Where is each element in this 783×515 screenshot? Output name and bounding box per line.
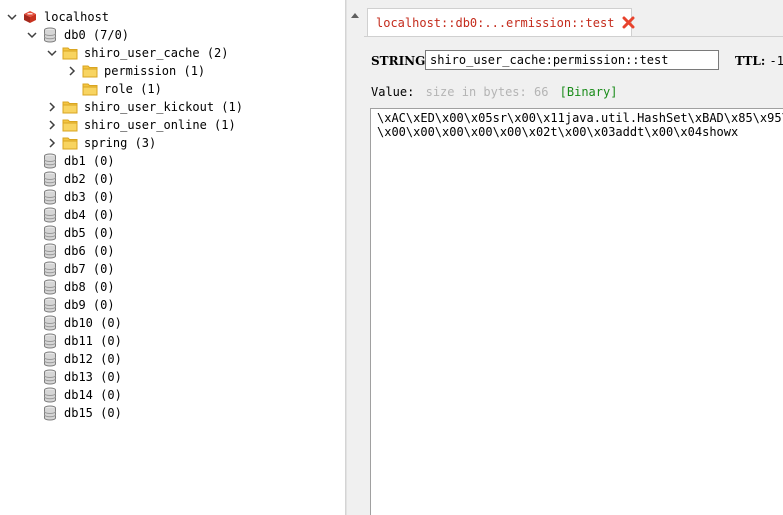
tree-item-label: db6 (0)	[64, 244, 115, 258]
tree-item-shiro-user-cache[interactable]: shiro_user_cache (2)	[46, 44, 229, 62]
database-icon	[42, 153, 58, 169]
tree-item-label: localhost	[44, 10, 110, 24]
database-icon	[42, 207, 58, 223]
tree-item-label: shiro_user_online (1)	[84, 118, 236, 132]
redis-server-icon	[22, 9, 38, 25]
connection-tree: localhost db0 (7/0) shiro_user_cache (2)…	[0, 0, 346, 515]
tree-item-label: db11 (0)	[64, 334, 122, 348]
tree-item-permission[interactable]: permission (1)	[66, 62, 205, 80]
chevron-right-icon[interactable]	[46, 134, 58, 152]
tree-item-db11[interactable]: db11 (0)	[42, 332, 122, 350]
tree-item-label: role (1)	[104, 82, 162, 96]
tree-item-label: db0 (7/0)	[64, 28, 130, 42]
tree-item-label: db7 (0)	[64, 262, 115, 276]
database-icon	[42, 27, 58, 43]
value-text-area[interactable]: \xAC\xED\x00\x05sr\x00\x11java.util.Hash…	[370, 108, 783, 515]
tree-item-spring[interactable]: spring (3)	[46, 134, 156, 152]
database-icon	[42, 351, 58, 367]
folder-icon	[62, 99, 78, 115]
tab-key-editor[interactable]: localhost::db0:...ermission::test	[367, 8, 635, 36]
tree-item-db0[interactable]: db0 (7/0)	[26, 26, 129, 44]
value-size-hint: size in bytes: 66	[425, 85, 549, 99]
tree-item-label: db13 (0)	[64, 370, 122, 384]
tree-item-label: db14 (0)	[64, 388, 122, 402]
tree-item-db5[interactable]: db5 (0)	[42, 224, 115, 242]
chevron-down-icon[interactable]	[6, 8, 18, 26]
tab-label: localhost::db0:...ermission::test	[376, 15, 615, 30]
tree-item-label: db2 (0)	[64, 172, 115, 186]
database-icon	[42, 369, 58, 385]
database-icon	[42, 387, 58, 403]
tree-item-db15[interactable]: db15 (0)	[42, 404, 122, 422]
database-icon	[42, 261, 58, 277]
tree-item-label: db4 (0)	[64, 208, 115, 222]
chevron-right-icon[interactable]	[46, 98, 58, 116]
database-icon	[42, 171, 58, 187]
value-header: Value: size in bytes: 66 [Binary]	[371, 85, 617, 99]
database-icon	[42, 279, 58, 295]
tree-item-label: db5 (0)	[64, 226, 115, 240]
tree-item-label: shiro_user_kickout (1)	[84, 100, 243, 114]
database-icon	[42, 333, 58, 349]
database-icon	[42, 243, 58, 259]
folder-icon	[82, 63, 98, 79]
redis-desktop-manager-window: localhost db0 (7/0) shiro_user_cache (2)…	[0, 0, 783, 515]
tree-item-label: db3 (0)	[64, 190, 115, 204]
tree-item-label: db12 (0)	[64, 352, 122, 366]
database-icon	[42, 189, 58, 205]
tree-item-db10[interactable]: db10 (0)	[42, 314, 122, 332]
value-format-link[interactable]: [Binary]	[560, 85, 618, 99]
tree-item-label: db1 (0)	[64, 154, 115, 168]
scroll-up-arrow-icon[interactable]	[347, 6, 363, 23]
ttl-value: -1	[769, 54, 783, 68]
value-line: \x00\x00\x00\x00\x00\x02t\x00\x03addt\x0…	[377, 125, 739, 139]
tree-item-shiro-user-kickout[interactable]: shiro_user_kickout (1)	[46, 98, 243, 116]
tree-item-label: db9 (0)	[64, 298, 115, 312]
folder-icon	[62, 117, 78, 133]
tree-item-db7[interactable]: db7 (0)	[42, 260, 115, 278]
tree-scrollbar[interactable]	[346, 0, 363, 515]
key-type-label: STRING:	[371, 54, 430, 68]
tree-item-db2[interactable]: db2 (0)	[42, 170, 115, 188]
value-label: Value:	[371, 85, 415, 99]
database-icon	[42, 297, 58, 313]
value-editor-panel: localhost::db0:...ermission::test STRING…	[364, 0, 783, 515]
value-line: \xAC\xED\x00\x05sr\x00\x11java.util.Hash…	[377, 111, 783, 125]
tree-item-label: db15 (0)	[64, 406, 122, 420]
database-icon	[42, 225, 58, 241]
tree-item-db13[interactable]: db13 (0)	[42, 368, 122, 386]
tree-item-db6[interactable]: db6 (0)	[42, 242, 115, 260]
tree-item-role[interactable]: role (1)	[82, 80, 162, 98]
folder-icon	[82, 81, 98, 97]
tree-item-label: spring (3)	[84, 136, 157, 150]
chevron-right-icon[interactable]	[46, 116, 58, 134]
folder-icon	[62, 135, 78, 151]
tree-item-shiro-user-online[interactable]: shiro_user_online (1)	[46, 116, 236, 134]
database-icon	[42, 315, 58, 331]
folder-icon	[62, 45, 78, 61]
tree-item-label: db8 (0)	[64, 280, 115, 294]
tree-item-label: shiro_user_cache (2)	[84, 46, 229, 60]
chevron-down-icon[interactable]	[46, 44, 58, 62]
ttl-caption: TTL:	[735, 54, 766, 68]
tree-item-db4[interactable]: db4 (0)	[42, 206, 115, 224]
chevron-down-icon[interactable]	[26, 26, 38, 44]
key-editor-content: STRING: shiro_user_cache:permission::tes…	[364, 36, 783, 515]
tree-item-db12[interactable]: db12 (0)	[42, 350, 122, 368]
tree-item-localhost[interactable]: localhost	[6, 8, 109, 26]
tree-item-db1[interactable]: db1 (0)	[42, 152, 115, 170]
tree-item-db9[interactable]: db9 (0)	[42, 296, 115, 314]
tree-item-db8[interactable]: db8 (0)	[42, 278, 115, 296]
close-x-icon[interactable]	[622, 16, 635, 30]
ttl-label: TTL: -1	[735, 54, 783, 68]
tree-item-label: permission (1)	[104, 64, 206, 78]
chevron-right-icon[interactable]	[66, 62, 78, 80]
tree-item-label: db10 (0)	[64, 316, 122, 330]
database-icon	[42, 405, 58, 421]
tree-item-db3[interactable]: db3 (0)	[42, 188, 115, 206]
tree-item-db14[interactable]: db14 (0)	[42, 386, 122, 404]
key-name-field[interactable]: shiro_user_cache:permission::test	[425, 50, 719, 70]
